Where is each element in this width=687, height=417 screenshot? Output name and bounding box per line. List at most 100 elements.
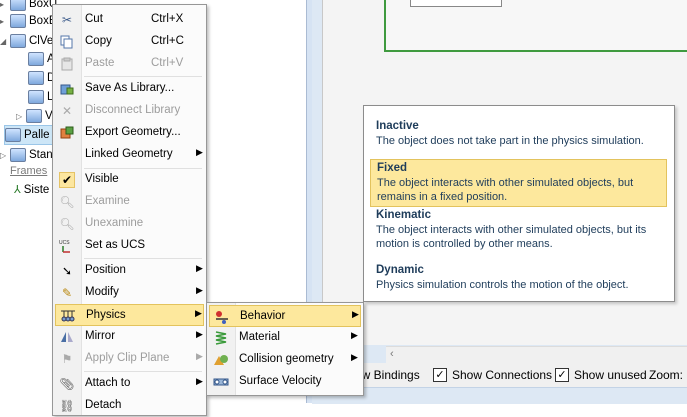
submenu-arrow-icon: ▶ [196, 329, 203, 339]
behavior-option-kinematic[interactable]: Kinematic The object interacts with othe… [370, 207, 667, 253]
collapse-icon[interactable]: ▸ [0, 0, 8, 9]
save-library-icon [59, 81, 75, 97]
collapse-icon[interactable]: ▷ [0, 151, 8, 160]
menu-item-label: Save As Library... [85, 82, 175, 94]
menu-item-save-as-library[interactable]: Save As Library... [55, 78, 204, 100]
menu-item-label: Cut [85, 13, 103, 25]
menu-item-export-geometry[interactable]: Export Geometry... [55, 122, 204, 144]
option-description: The object does not take part in the phy… [376, 135, 644, 147]
menu-item-label: Copy [85, 35, 112, 47]
component-icon [10, 0, 26, 11]
context-menu: ✂ Cut Ctrl+X Copy Ctrl+C Paste Ctrl+V Sa… [52, 4, 207, 416]
checkmark-icon[interactable]: ✓ [555, 368, 569, 382]
menu-item-attach-to[interactable]: 📎︎ Attach to ▶ [55, 373, 204, 395]
menu-item-apply-clip-plane[interactable]: ⚑ Apply Clip Plane ▶ [55, 348, 204, 370]
disconnect-library-icon: ✕ [61, 104, 73, 118]
tree-item-stan[interactable]: ▷ Stan [0, 146, 53, 164]
option-description: The object interacts with other simulate… [377, 177, 634, 203]
physics-submenu: Behavior ▶ Material ▶ Collision geometry… [206, 302, 364, 396]
option-title: Fixed [377, 162, 408, 174]
examine-icon: 🔍︎ [59, 195, 75, 209]
collapse-icon[interactable]: ▷ [16, 112, 24, 121]
show-unused-checkbox[interactable]: ✓ Show unused [555, 368, 647, 382]
menu-separator [84, 258, 202, 259]
menu-item-paste[interactable]: Paste Ctrl+V [55, 53, 204, 75]
component-icon [10, 14, 26, 28]
component-icon [28, 71, 44, 85]
menu-item-label: Position [85, 264, 126, 276]
unexamine-icon: 🔍︎ [59, 217, 75, 231]
menu-item-set-as-ucs[interactable]: UCS Set as UCS [55, 235, 204, 257]
menu-item-modify[interactable]: ✎ Modify ▶ [55, 282, 204, 304]
menu-item-disconnect-library[interactable]: ✕ Disconnect Library [55, 100, 204, 122]
menu-item-mirror[interactable]: Mirror ▶ [55, 326, 204, 348]
menu-item-detach[interactable]: ⛓ Detach [55, 395, 204, 417]
zoom-label: Zoom: [649, 368, 683, 382]
menu-item-behavior[interactable]: Behavior ▶ [209, 305, 361, 327]
submenu-arrow-icon: ▶ [196, 263, 203, 273]
frames-link[interactable]: Frames [10, 165, 47, 177]
menu-item-label: Paste [85, 57, 115, 69]
menu-item-shortcut: Ctrl+C [151, 35, 184, 47]
detach-icon: ⛓ [59, 399, 75, 413]
menu-item-copy[interactable]: Copy Ctrl+C [55, 31, 204, 53]
horizontal-scrollbar[interactable]: ‹ [386, 346, 687, 363]
menu-item-label: Examine [85, 195, 130, 207]
export-geometry-icon [59, 125, 75, 141]
scroll-left-icon[interactable]: ‹ [390, 348, 394, 360]
svg-text:UCS: UCS [59, 240, 70, 246]
bottom-toolbar: ow Bindings ✓ Show Connections ✓ Show un… [312, 363, 687, 387]
menu-item-visible[interactable]: ✔ Visible [55, 169, 204, 191]
menu-item-surface-velocity[interactable]: Surface Velocity [209, 371, 361, 393]
frame-axes-icon: ⅄ [14, 184, 21, 196]
menu-item-physics[interactable]: Physics ▶ [55, 304, 204, 326]
collapse-icon[interactable]: ▸ [0, 17, 8, 26]
show-connections-label: Show Connections [452, 368, 553, 382]
expand-icon[interactable]: ◢ [0, 37, 8, 46]
menu-item-label: Mirror [85, 330, 116, 342]
tree-item-label: Stan [29, 149, 53, 161]
menu-item-label: Attach to [85, 377, 131, 389]
behavior-option-fixed[interactable]: Fixed The object interacts with other si… [370, 159, 667, 207]
show-unused-label: Show unused [574, 368, 647, 382]
show-bindings-label: ow Bindings [355, 368, 420, 382]
collision-geometry-icon [213, 352, 229, 368]
submenu-arrow-icon: ▶ [196, 147, 203, 157]
menu-item-position[interactable]: ➘ Position ▶ [55, 260, 204, 282]
option-title: Inactive [376, 120, 419, 132]
tree-item-boxb[interactable]: ▸ BoxB [0, 12, 57, 30]
menu-item-linked-geometry[interactable]: Linked Geometry ▶ [55, 144, 204, 166]
paste-icon [59, 56, 75, 72]
menu-item-label: Physics [86, 309, 126, 321]
status-strip [312, 387, 687, 404]
tree-item-siste[interactable]: ⅄ Siste [14, 183, 49, 197]
option-description: Physics simulation controls the motion o… [376, 279, 629, 291]
menu-item-label: Modify [85, 286, 119, 298]
show-bindings-option[interactable]: ow Bindings [355, 368, 420, 382]
tree-item-l[interactable]: L [28, 88, 53, 106]
menu-item-material[interactable]: Material ▶ [209, 327, 361, 349]
node-box [410, 0, 502, 7]
menu-separator [84, 371, 202, 372]
tree-item-clve[interactable]: ◢ ClVe [0, 32, 53, 50]
menu-item-label: Apply Clip Plane [85, 352, 170, 364]
behavior-option-inactive[interactable]: Inactive The object does not take part i… [370, 118, 667, 150]
show-connections-checkbox[interactable]: ✓ Show Connections [433, 368, 552, 382]
submenu-arrow-icon: ▶ [196, 285, 203, 295]
menu-item-shortcut: Ctrl+V [151, 57, 184, 69]
checkmark-icon[interactable]: ✓ [433, 368, 447, 382]
tree-item-v[interactable]: ▷ V [16, 107, 53, 125]
menu-item-label: Unexamine [85, 217, 144, 229]
menu-item-unexamine[interactable]: 🔍︎ Unexamine [55, 213, 204, 235]
component-icon [5, 128, 21, 142]
menu-item-examine[interactable]: 🔍︎ Examine [55, 191, 204, 213]
menu-item-label: Visible [85, 173, 119, 185]
menu-item-cut[interactable]: ✂ Cut Ctrl+X [55, 9, 204, 31]
menu-item-label: Collision geometry [239, 353, 334, 365]
menu-item-label: Detach [85, 399, 122, 411]
behavior-option-dynamic[interactable]: Dynamic Physics simulation controls the … [370, 262, 667, 294]
menu-item-collision-geometry[interactable]: Collision geometry ▶ [209, 349, 361, 371]
attach-icon: 📎︎ [59, 377, 75, 391]
tree-item-a[interactable]: A [28, 50, 55, 68]
tree-item-label: Palle [24, 129, 50, 141]
